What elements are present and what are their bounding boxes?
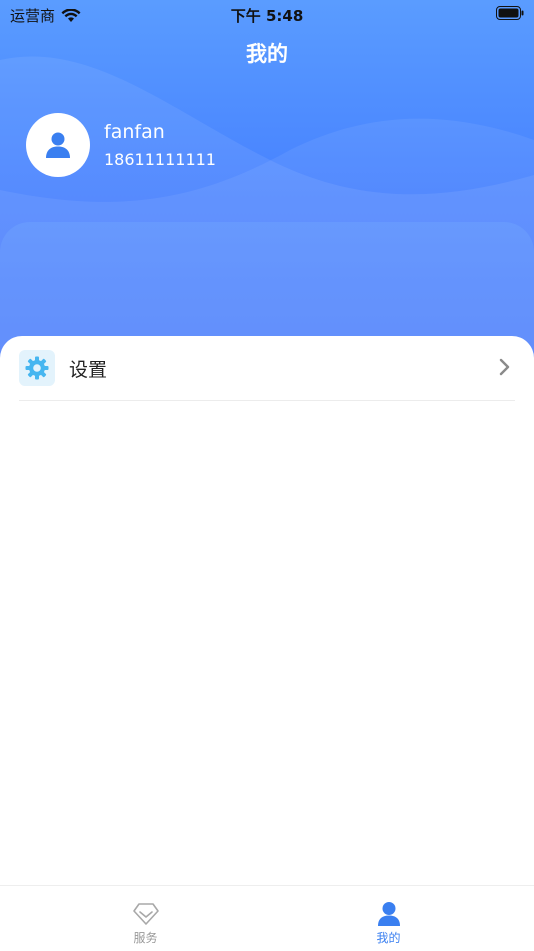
tab-service[interactable]: 服务 [12,886,279,951]
settings-icon-tile [19,350,55,386]
settings-menu-item[interactable]: 设置 [19,336,515,401]
battery-icon [496,6,524,24]
menu-card: 设置 [0,336,534,886]
status-bar: 运营商 下午 5:48 [0,0,534,28]
person-icon [377,901,401,927]
page-title: 我的 [246,42,288,66]
diamond-icon [132,901,159,927]
gear-icon [25,356,49,380]
settings-label: 设置 [69,358,108,381]
person-icon [46,132,70,158]
phone-number: 18611111111 [104,150,216,169]
username: fanfan [104,121,165,143]
status-time: 下午 5:48 [230,7,304,25]
tab-service-label: 服务 [133,931,158,945]
tab-mine[interactable]: 我的 [255,886,522,951]
tab-bar: 服务 我的 [0,885,534,951]
avatar[interactable] [26,113,90,177]
tab-mine-label: 我的 [376,931,401,945]
chevron-right-icon [499,358,510,376]
